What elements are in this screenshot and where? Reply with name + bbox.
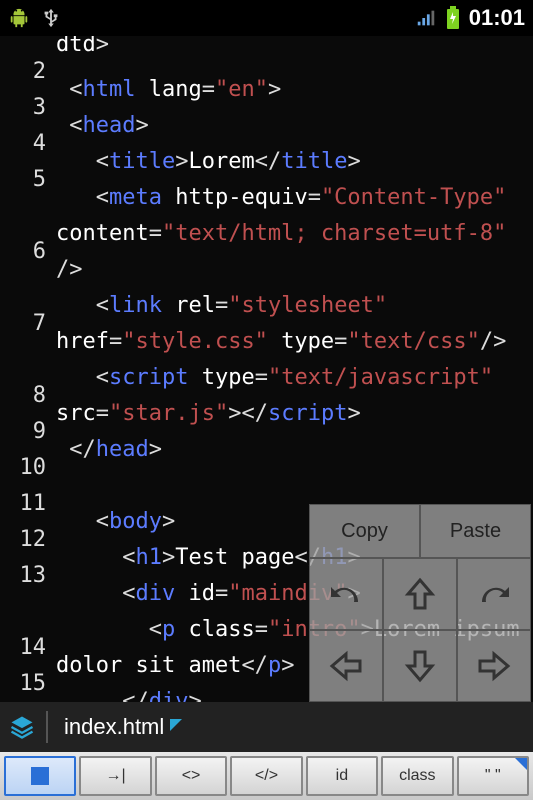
signal-icon: [415, 7, 437, 29]
corner-indicator-icon: [515, 758, 527, 770]
arrow-up-icon: [400, 574, 440, 614]
line-number: 6: [0, 234, 56, 306]
id-label: id: [336, 767, 348, 785]
arrow-left-icon: [326, 646, 366, 686]
undo-button[interactable]: [309, 558, 383, 630]
status-bar: 01:01: [0, 0, 533, 36]
tab-chevron-icon[interactable]: [170, 718, 184, 737]
redo-icon: [474, 574, 514, 614]
arrow-right-button[interactable]: [457, 630, 531, 702]
usb-icon: [40, 7, 62, 29]
arrow-down-button[interactable]: [383, 630, 457, 702]
floating-keypad[interactable]: Copy Paste: [309, 504, 531, 702]
quote-label: " ": [485, 767, 501, 785]
toolbar-tag-open-button[interactable]: <>: [155, 756, 227, 796]
line-number: 14: [0, 630, 56, 666]
arrow-right-icon: [474, 646, 514, 686]
select-icon: [31, 767, 49, 785]
tag-open-label: <>: [182, 767, 201, 785]
line-number: 10: [0, 450, 56, 486]
line-number: 9: [0, 414, 56, 450]
paste-button[interactable]: Paste: [420, 504, 531, 558]
arrow-left-button[interactable]: [309, 630, 383, 702]
layers-icon[interactable]: [8, 713, 36, 741]
toolbar-select-button[interactable]: [4, 756, 76, 796]
line-number: 13: [0, 558, 56, 630]
line-gutter: 2 3 4 5 6 7 8 9 10 11 12 13 14 15 16: [0, 36, 56, 702]
paste-label: Paste: [450, 520, 501, 543]
toolbar-tag-close-button[interactable]: </>: [230, 756, 302, 796]
toolbar-class-button[interactable]: class: [381, 756, 453, 796]
toolbar-quote-button[interactable]: " ": [457, 756, 529, 796]
tag-close-label: </>: [255, 767, 278, 785]
tab-label: →|: [106, 767, 126, 785]
undo-icon: [326, 574, 366, 614]
android-icon: [8, 7, 30, 29]
line-number: 7: [0, 306, 56, 378]
toolbar-tab-button[interactable]: →|: [79, 756, 151, 796]
line-number: 4: [0, 126, 56, 162]
status-clock: 01:01: [469, 5, 525, 31]
toolbar-id-button[interactable]: id: [306, 756, 378, 796]
copy-label: Copy: [341, 520, 388, 543]
line-number: 2: [0, 54, 56, 90]
line-number: 5: [0, 162, 56, 234]
bottom-toolbar: →| <> </> id class " ": [0, 752, 533, 800]
battery-icon: [445, 6, 461, 30]
line-number: 11: [0, 486, 56, 522]
divider: [46, 711, 48, 743]
redo-button[interactable]: [457, 558, 531, 630]
line-number: 8: [0, 378, 56, 414]
tab-bar: index.html: [0, 702, 533, 752]
class-label: class: [399, 767, 435, 785]
copy-button[interactable]: Copy: [309, 504, 420, 558]
arrow-up-button[interactable]: [383, 558, 457, 630]
arrow-down-icon: [400, 646, 440, 686]
tab-filename[interactable]: index.html: [64, 714, 164, 740]
line-number: 3: [0, 90, 56, 126]
line-number: 12: [0, 522, 56, 558]
line-number: 15: [0, 666, 56, 702]
